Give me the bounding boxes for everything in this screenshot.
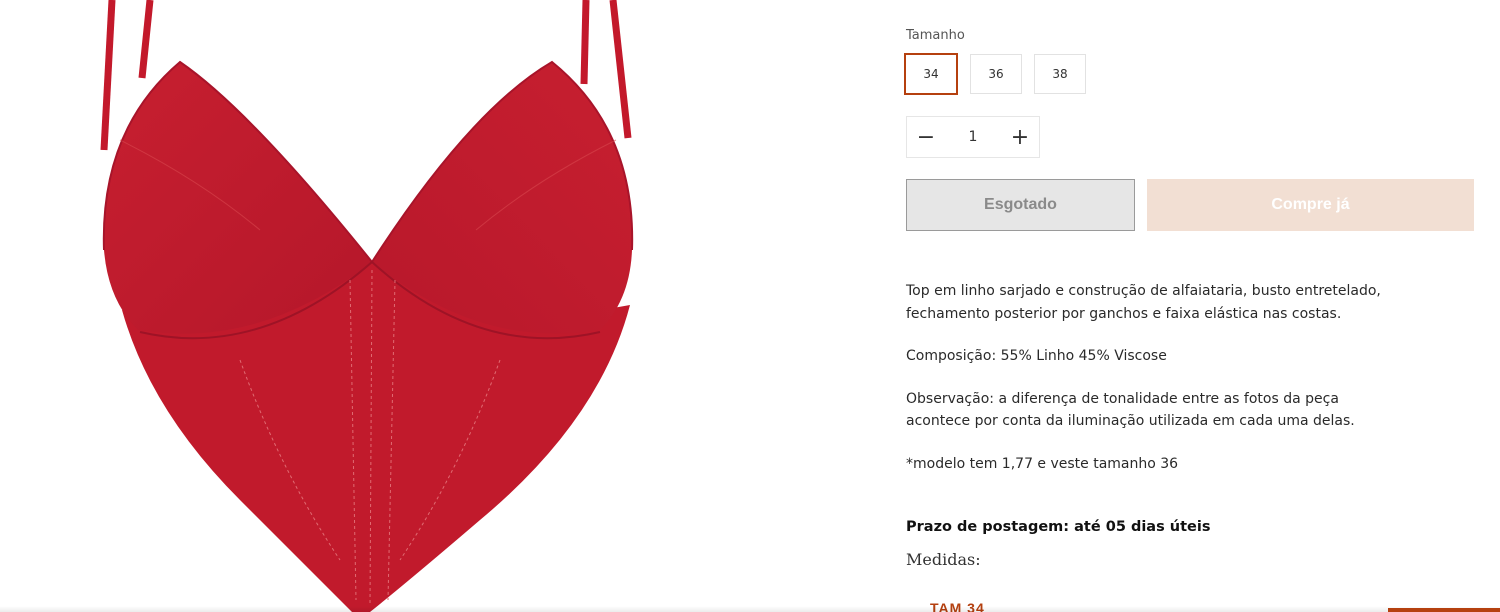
description-text: Top em linho sarjado e construção de alf… — [906, 283, 1381, 322]
product-page: Tamanho 34 36 38 − 1 + Esgotado Compre j… — [0, 0, 1500, 612]
soldout-button[interactable]: Esgotado — [906, 179, 1135, 231]
observation-text: Observação: a diferença de tonalidade en… — [906, 390, 1355, 430]
quantity-increase-button[interactable]: + — [1001, 117, 1039, 157]
plus-icon: + — [1010, 124, 1030, 150]
bottom-accent-bar — [1388, 608, 1500, 612]
quantity-stepper: − 1 + — [906, 116, 1040, 158]
quantity-value[interactable]: 1 — [969, 129, 978, 145]
size-option-38[interactable]: 38 — [1034, 54, 1086, 94]
quantity-decrease-button[interactable]: − — [907, 117, 945, 157]
measures-label: Medidas: — [906, 550, 981, 569]
minus-icon: − — [916, 124, 936, 150]
size-options: 34 36 38 — [904, 53, 1086, 95]
bottom-bar-shadow — [0, 606, 1500, 612]
product-description: Top em linho sarjado e construção de alf… — [906, 280, 1386, 495]
shipping-deadline: Prazo de postagem: até 05 dias úteis — [906, 519, 1211, 535]
product-image — [0, 0, 740, 612]
size-option-34[interactable]: 34 — [904, 53, 958, 95]
composition-text: Composição: 55% Linho 45% Viscose — [906, 348, 1167, 364]
buy-now-button[interactable]: Compre já — [1147, 179, 1474, 231]
model-note-text: *modelo tem 1,77 e veste tamanho 36 — [906, 455, 1179, 472]
size-option-36[interactable]: 36 — [970, 54, 1022, 94]
size-label: Tamanho — [906, 28, 965, 43]
